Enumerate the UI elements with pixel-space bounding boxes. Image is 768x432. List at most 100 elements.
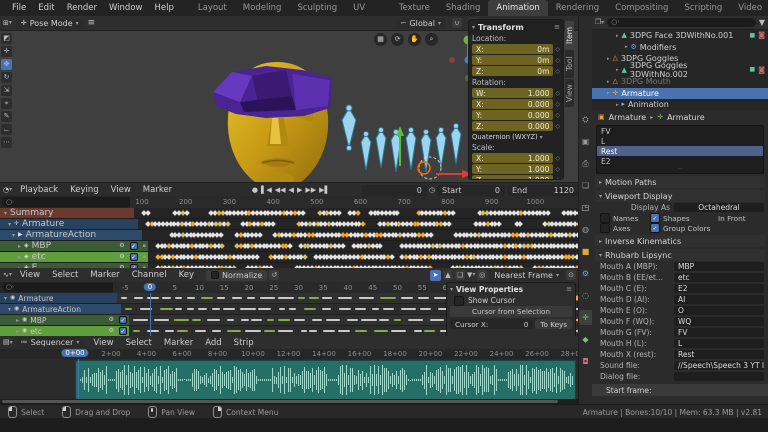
disclosure-icon[interactable]: ▸ (16, 317, 19, 324)
playhead-badge[interactable]: 0 (143, 283, 157, 291)
rotation-y-field[interactable]: Y: 0.000 (472, 110, 554, 120)
sidebar-tab-view[interactable]: View (565, 79, 574, 107)
modifiers-icon[interactable]: ⚙ (579, 266, 592, 281)
channel-summary[interactable]: ▾ Summary (0, 208, 134, 218)
keyframe-track[interactable] (142, 230, 578, 240)
graph-editor[interactable]: ∿ ▾ View Select Marker Channel Key Normalize … (0, 268, 578, 336)
scene-icon[interactable]: ◳ (579, 200, 592, 215)
cursor-from-selection-button[interactable]: Cursor from Selection (450, 306, 572, 317)
hamburger-menu-icon[interactable]: ≡ (88, 18, 96, 28)
visibility-checkbox[interactable]: ■ (750, 32, 756, 39)
disclosure-icon[interactable]: ▸ (16, 328, 19, 335)
filter-icon[interactable]: ▼ ▾ (467, 271, 475, 279)
sound-file-field[interactable]: //Speech\Speech 3 YT Intro wa16.wav (674, 361, 764, 370)
dope-sheet[interactable]: ○˒ 100 200 300 400 500 600 700 800 900 1000 ▾ Summ… (0, 196, 578, 268)
sequencer-strip-area[interactable] (0, 359, 578, 400)
mouth-field-input[interactable]: O (674, 306, 764, 315)
group-colors-checkbox[interactable]: ✓ (650, 223, 660, 233)
decorator-icon[interactable]: ◇ (555, 90, 560, 97)
viewport-3d[interactable]: ⊞▾ ✛ Pose Mode▾ ≡ ⌐ Global▾ ∪ ◎ ◩✛✥↻⇲⌖✎⌳… (0, 16, 578, 182)
breadcrumb-data[interactable]: Armature (667, 113, 705, 122)
playhead-badge[interactable]: 0+00 (61, 349, 89, 357)
tab-compositing[interactable]: Compositing (607, 0, 676, 16)
view-layer-icon[interactable]: ❏ (579, 178, 592, 193)
keyframe-diamond[interactable] (270, 221, 276, 227)
sidebar-tab-item[interactable]: Item (565, 21, 574, 49)
panel-rhubarb-lipsync[interactable]: ▾ Rhubarb Lipsync (595, 249, 765, 261)
location-y-field[interactable]: Y: 0m (472, 55, 554, 65)
play-reverse-button[interactable]: ◀ (289, 186, 294, 194)
graph-channel-mbp[interactable]: ▸ ◉ MBP ⚙ ✓ (0, 315, 129, 325)
disclosure-icon[interactable]: ▸ (616, 33, 619, 39)
sequencer-menu-strip[interactable]: Strip (228, 338, 260, 348)
menu-edit[interactable]: Edit (32, 3, 60, 13)
keyframe-track[interactable] (148, 241, 578, 251)
graph-menu-channel[interactable]: Channel (126, 270, 173, 280)
tab-texture-paint[interactable]: Texture Paint (391, 0, 438, 29)
rotation-mode-select[interactable]: Quaternion (WXYZ) ▾ (472, 133, 560, 141)
outliner-search[interactable]: ○˒ (607, 18, 756, 27)
tab-sculpting[interactable]: Sculpting (289, 0, 345, 16)
graph-menu-marker[interactable]: Marker (84, 270, 125, 280)
enable-checkbox[interactable]: ✓ (119, 316, 127, 324)
pivot-point-icon[interactable]: ⊙ (566, 270, 576, 280)
render-disable-icon[interactable]: ◙ (758, 66, 765, 74)
panel-options-icon[interactable]: ≡ (554, 24, 560, 31)
start-frame-row[interactable]: Start frame: (592, 384, 768, 396)
enable-checkbox[interactable]: ✓ (129, 253, 138, 261)
to-keys-button[interactable]: To Keys (535, 319, 572, 329)
outliner-item-armature[interactable]: ▸ ✛ Armature (592, 87, 768, 99)
decorator-icon[interactable]: ◇ (555, 112, 560, 119)
keyframe-diamond[interactable] (299, 210, 306, 216)
sequencer-menu-marker[interactable]: Marker (158, 338, 199, 348)
sequencer-menu-view[interactable]: View (87, 338, 119, 348)
decorator-icon[interactable]: ◇ (555, 166, 560, 173)
outliner-item-animation[interactable]: ▸ ▸ Animation (592, 99, 768, 110)
shapes-checkbox[interactable]: ✓ (650, 213, 660, 223)
mouth-field-input[interactable]: FV (674, 328, 764, 337)
snap-mode-select[interactable]: Nearest Frame ▾ (489, 269, 564, 281)
display-mode-icon[interactable]: ❐ ▾ (595, 19, 604, 26)
scale-x-field[interactable]: X: 1.000 (472, 153, 554, 163)
normalize-button[interactable]: Normalize (206, 269, 268, 281)
axes-checkbox[interactable] (600, 223, 610, 233)
panel-inverse-kinematics[interactable]: ▸ Inverse Kinematics (595, 235, 765, 247)
disclosure-icon[interactable]: ▾ (8, 306, 11, 313)
pan-icon[interactable]: ✋ (408, 33, 421, 46)
keyframe-track[interactable] (134, 208, 578, 218)
timeline-menu-view[interactable]: View (105, 185, 137, 195)
keyframe-diamond[interactable] (224, 221, 231, 227)
disclosure-icon[interactable]: ▾ (4, 210, 7, 217)
sidebar-tab-tool[interactable]: Tool (565, 50, 574, 78)
timeline-menu-keying[interactable]: Keying (64, 185, 105, 195)
keyframe-diamond[interactable] (355, 210, 361, 216)
keyframe-diamond[interactable] (339, 243, 346, 249)
mouth-field-input[interactable]: MBP (674, 262, 764, 271)
snap-magnet-icon[interactable]: ∪ (452, 18, 462, 28)
keyframe-diamond[interactable] (360, 221, 367, 227)
mouth-field-input[interactable]: L (674, 339, 764, 348)
keyframe-diamond[interactable] (496, 221, 502, 227)
outliner-item-3dpg-face-3dwithno-001[interactable]: ▸ ▲ 3DPG Face 3DWithNo.001 ■ ◙ (592, 30, 768, 42)
jump-to-start-button[interactable]: ▌◀ (261, 186, 272, 194)
keyframe-diamond[interactable] (517, 221, 524, 227)
menu-window[interactable]: Window (103, 3, 149, 13)
scale-y-field[interactable]: Y: 1.000 (472, 164, 554, 174)
keyframe-diamond[interactable] (256, 232, 263, 238)
keyframe-track[interactable] (148, 252, 578, 262)
dopesheet-search[interactable]: ○˒ (2, 197, 136, 207)
disclosure-icon[interactable]: ▸ (18, 243, 21, 250)
audio-strip[interactable] (75, 360, 576, 400)
lock-icon[interactable]: ▪ (143, 243, 146, 249)
bone-icon[interactable]: ◆ (579, 332, 592, 347)
channel-armatureaction[interactable]: ▾ ▶ ArmatureAction (0, 230, 142, 240)
keyframe-diamond[interactable] (445, 221, 452, 227)
select-cursor-icon[interactable]: ➤ (429, 269, 441, 281)
breadcrumb-object[interactable]: Armature (609, 113, 647, 122)
menu-file[interactable]: File (6, 3, 32, 13)
panel-viewport-display[interactable]: ▾ Viewport Display (595, 190, 765, 202)
channel-etc[interactable]: ▸ ◈ etc ⚙ ✓ ▪ (0, 252, 148, 262)
decorator-icon[interactable]: ◇ (555, 123, 560, 130)
render-disable-icon[interactable]: ◙ (758, 32, 765, 39)
disclosure-icon[interactable]: ▸ (607, 56, 610, 62)
